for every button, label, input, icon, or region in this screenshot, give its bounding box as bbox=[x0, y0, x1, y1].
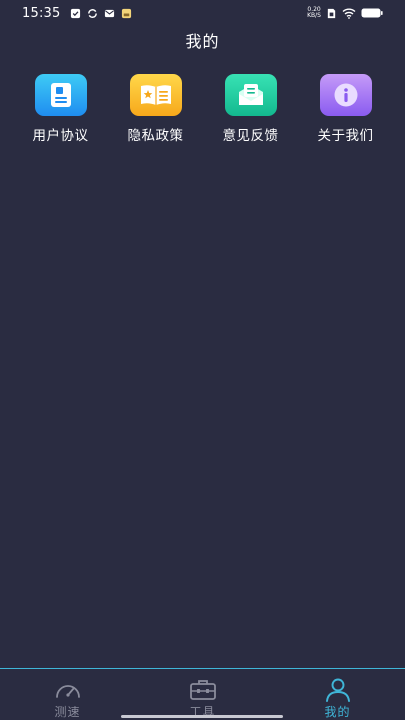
status-right: 0.20 KB/S bbox=[307, 7, 383, 19]
nav-icon bbox=[54, 677, 82, 703]
network-speed: 0.20 KB/S bbox=[307, 7, 321, 19]
menu-item-privacy-policy[interactable]: 隐私政策 bbox=[108, 74, 203, 144]
toolbox-icon bbox=[189, 680, 216, 700]
user-agreement-icon bbox=[50, 83, 71, 107]
bottom-nav: 测速 工具 我的 bbox=[0, 668, 405, 720]
nav-label: 测速 bbox=[54, 705, 81, 719]
status-bar: 15:35 0.20 KB/S bbox=[0, 0, 405, 26]
wifi-icon bbox=[342, 8, 356, 19]
sim-card-icon bbox=[327, 8, 336, 18]
page-title: 我的 bbox=[185, 32, 220, 51]
status-time: 15:35 bbox=[22, 5, 61, 21]
menu-icon-tile bbox=[129, 74, 182, 116]
nav-item-mine[interactable]: 我的 bbox=[270, 669, 405, 720]
privacy-book-icon bbox=[140, 85, 171, 105]
feedback-mail-icon bbox=[238, 84, 263, 105]
person-icon bbox=[325, 678, 350, 702]
menu-icon-tile bbox=[34, 74, 87, 116]
nav-item-speed-test[interactable]: 测速 bbox=[0, 669, 135, 720]
sync-icon bbox=[88, 8, 98, 18]
menu-grid: 用户协议 隐私政策 意见反馈 关于我们 bbox=[13, 74, 393, 144]
network-speed-unit: KB/S bbox=[307, 12, 321, 19]
status-left: 15:35 bbox=[22, 6, 132, 21]
nav-label: 我的 bbox=[324, 705, 351, 719]
task-check-icon bbox=[71, 8, 81, 18]
menu-icon-tile bbox=[319, 74, 372, 116]
nav-icon bbox=[324, 677, 352, 703]
menu-label: 关于我们 bbox=[317, 128, 374, 144]
battery-icon bbox=[361, 8, 383, 18]
mail-icon bbox=[105, 9, 115, 17]
info-icon bbox=[334, 83, 357, 107]
menu-label: 隐私政策 bbox=[127, 128, 184, 144]
screen: 15:35 0.20 KB/S 我的 用户协议 隐私政策 意见反馈 关于我们 测… bbox=[0, 0, 405, 720]
menu-item-feedback[interactable]: 意见反馈 bbox=[203, 74, 298, 144]
home-indicator[interactable] bbox=[121, 715, 283, 718]
app-notification-icon bbox=[122, 8, 132, 18]
menu-label: 意见反馈 bbox=[222, 128, 279, 144]
speedometer-icon bbox=[55, 685, 80, 698]
menu-label: 用户协议 bbox=[32, 128, 89, 144]
menu-item-about-us[interactable]: 关于我们 bbox=[298, 74, 393, 144]
menu-item-user-agreement[interactable]: 用户协议 bbox=[13, 74, 108, 144]
nav-item-tools[interactable]: 工具 bbox=[135, 669, 270, 720]
menu-icon-tile bbox=[224, 74, 277, 116]
nav-icon bbox=[189, 677, 217, 703]
